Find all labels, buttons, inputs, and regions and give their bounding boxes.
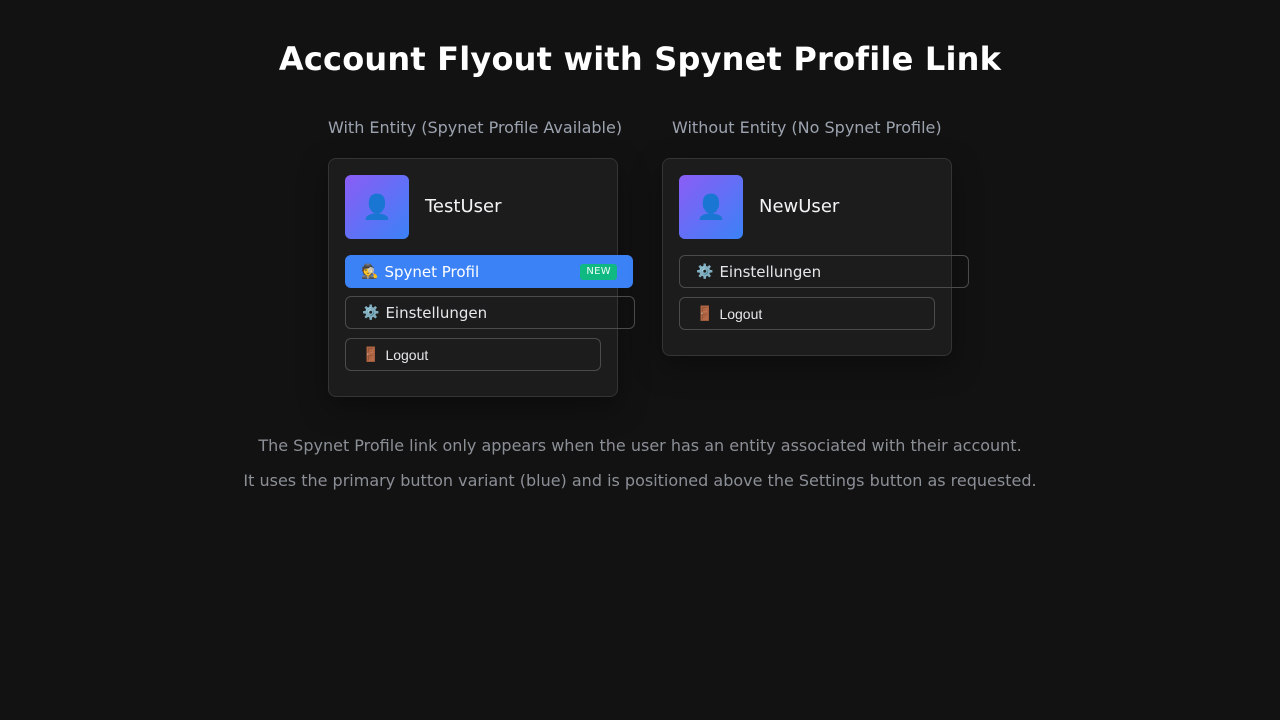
username: NewUser: [759, 196, 840, 217]
door-icon: 🚪: [696, 305, 714, 322]
settings-button[interactable]: ⚙️ Einstellungen: [345, 296, 635, 329]
door-icon: 🚪: [362, 346, 380, 363]
variant-without-entity: Without Entity (No Spynet Profile) 👤 New…: [662, 118, 969, 356]
gear-icon: ⚙️: [362, 304, 380, 321]
variant-label: Without Entity (No Spynet Profile): [672, 118, 942, 137]
spy-icon: 🕵️: [361, 263, 379, 280]
description-note: It uses the primary button variant (blue…: [243, 471, 1037, 490]
logout-button[interactable]: 🚪 Logout: [679, 297, 935, 330]
account-flyout: 👤 NewUser ⚙️ Einstellungen 🚪 Logout: [662, 158, 969, 356]
settings-label: Einstellungen: [719, 262, 822, 281]
logout-label: Logout: [719, 305, 763, 322]
logout-button[interactable]: 🚪 Logout: [345, 338, 601, 371]
user-icon: 👤: [696, 193, 726, 221]
description-note: The Spynet Profile link only appears whe…: [258, 436, 1022, 455]
spynet-profile-label: Spynet Profil: [384, 262, 480, 281]
page-title: Account Flyout with Spynet Profile Link: [278, 40, 1002, 78]
account-flyout: 👤 TestUser 🕵️ Spynet Profil NEW ⚙️ Einst…: [328, 158, 635, 397]
variant-label: With Entity (Spynet Profile Available): [328, 118, 623, 137]
username: TestUser: [425, 196, 502, 217]
settings-label: Einstellungen: [385, 303, 488, 322]
spynet-profile-button[interactable]: 🕵️ Spynet Profil NEW: [345, 255, 633, 288]
variant-with-entity: With Entity (Spynet Profile Available) 👤…: [328, 118, 635, 397]
new-badge: NEW: [580, 264, 617, 280]
gear-icon: ⚙️: [696, 263, 714, 280]
settings-button[interactable]: ⚙️ Einstellungen: [679, 255, 969, 288]
logout-label: Logout: [385, 346, 429, 363]
avatar: 👤: [345, 175, 409, 239]
avatar: 👤: [679, 175, 743, 239]
user-icon: 👤: [362, 193, 392, 221]
